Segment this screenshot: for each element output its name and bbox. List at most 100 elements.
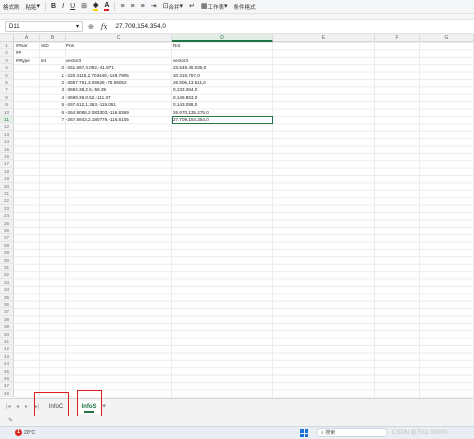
row-header[interactable]: 37 xyxy=(0,308,14,316)
row-header[interactable]: 14 xyxy=(0,138,14,146)
row-header[interactable]: 35 xyxy=(0,293,14,301)
row-header[interactable]: 39 xyxy=(0,323,14,331)
row-header[interactable]: 23 xyxy=(0,204,14,213)
cell-c4[interactable]: -261.597,4.092,-41.871 xyxy=(66,64,170,71)
cell-c2[interactable] xyxy=(66,49,170,56)
column-header-c[interactable]: C xyxy=(66,34,172,42)
row-header[interactable]: 38 xyxy=(0,315,14,324)
border-button[interactable]: ⊞ xyxy=(78,1,90,13)
cell-c8[interactable]: -3699.39,0.52,-111.37 xyxy=(66,94,170,101)
weather-widget[interactable]: 1 20°C xyxy=(15,429,35,436)
row-header[interactable]: 7 xyxy=(0,86,14,94)
row-header[interactable]: 16 xyxy=(0,153,14,161)
bold-button[interactable]: B xyxy=(48,1,59,13)
cell-c7[interactable]: -3694.39,2.5,-56.35 xyxy=(66,86,170,93)
column-header-b[interactable]: B xyxy=(40,34,66,42)
windows-start-icon[interactable] xyxy=(300,429,308,437)
cell-d3[interactable]: vector3 xyxy=(173,57,271,64)
row-header[interactable]: 29 xyxy=(0,249,14,257)
indent-button[interactable]: ⇥ xyxy=(148,1,160,13)
column-header-f[interactable]: F xyxy=(375,34,420,42)
align-left-button[interactable]: ≡ xyxy=(117,1,127,13)
name-box[interactable]: D11 ▾ xyxy=(5,21,83,32)
cell-c9[interactable]: -267.612,1.363,-115.051 xyxy=(66,101,170,108)
conditional-format-button[interactable]: 条件格式 xyxy=(231,1,259,13)
paste-button[interactable]: 粘贴 ▾ xyxy=(23,1,44,13)
prev-sheet-icon[interactable]: ◂ xyxy=(16,403,19,410)
row-header[interactable]: 5 xyxy=(0,71,14,79)
align-right-button[interactable]: ≡ xyxy=(138,1,148,13)
row-header[interactable]: 20 xyxy=(0,182,14,190)
column-header-d[interactable]: D xyxy=(172,34,273,42)
cell-d8[interactable]: 0,146.853,0 xyxy=(173,94,271,101)
row-header[interactable]: 19 xyxy=(0,175,14,183)
row-header[interactable]: 12 xyxy=(0,123,14,131)
cell-b8[interactable]: 4 xyxy=(41,94,64,101)
row-header[interactable]: 33 xyxy=(0,278,14,287)
row-header[interactable]: 41 xyxy=(0,338,14,346)
row-header[interactable]: 42 xyxy=(0,345,14,353)
underline-button[interactable]: U xyxy=(67,1,78,13)
cell-d7[interactable]: 0,133.364,0 xyxy=(173,86,271,93)
cell-a4[interactable] xyxy=(16,64,38,71)
cell-b3[interactable]: int xyxy=(41,57,64,64)
row-header[interactable]: 15 xyxy=(0,145,14,153)
row-header[interactable]: 27 xyxy=(0,234,14,242)
cell-d9[interactable]: 0,143.088,0 xyxy=(173,101,271,108)
select-all-corner[interactable] xyxy=(0,34,14,42)
cell-b10[interactable]: 6 xyxy=(41,109,64,116)
cell-a1[interactable]: ##var xyxy=(16,42,38,49)
cell-b9[interactable]: 5 xyxy=(41,101,64,108)
row-header[interactable]: 24 xyxy=(0,212,14,220)
cell-b5[interactable]: 1 xyxy=(41,72,64,79)
cell-d1[interactable]: Rot xyxy=(173,42,271,49)
row-header[interactable]: 3 xyxy=(0,56,14,65)
cell-c6[interactable]: -3687.751,3.06628,-75.95052 xyxy=(66,79,170,86)
cell-b7[interactable]: 3 xyxy=(41,86,64,93)
column-header-e[interactable]: E xyxy=(273,34,375,42)
row-header[interactable]: 25 xyxy=(0,219,14,227)
row-header[interactable]: 26 xyxy=(0,227,14,235)
cell-b6[interactable]: 2 xyxy=(41,79,64,86)
cell-b11[interactable]: 7 xyxy=(41,116,64,123)
cell-d10[interactable]: 26.670,135.275,0 xyxy=(173,109,271,116)
add-sheet-button[interactable]: + xyxy=(102,403,106,410)
row-header[interactable]: 44 xyxy=(0,360,14,368)
cell-d6[interactable]: 26.506,13.511,0 xyxy=(173,79,271,86)
next-sheet-icon[interactable]: ▸ xyxy=(25,403,28,410)
row-header[interactable]: 46 xyxy=(0,375,14,383)
row-header[interactable]: 47 xyxy=(0,382,14,390)
selected-cell-d11[interactable] xyxy=(172,116,273,125)
row-header[interactable]: 1 xyxy=(0,42,14,50)
row-header[interactable]: 28 xyxy=(0,241,14,250)
column-header-g[interactable]: G xyxy=(420,34,474,42)
row-header[interactable]: 8 xyxy=(0,93,14,102)
font-color-button[interactable]: A xyxy=(101,1,112,13)
row-header[interactable]: 4 xyxy=(0,64,14,72)
cell-d4[interactable]: 23.549,45.035,0 xyxy=(173,64,271,71)
cell-c10[interactable]: -264.9088,2.083303,-116.8369 xyxy=(66,109,170,116)
row-header[interactable]: 36 xyxy=(0,301,14,309)
row-header[interactable]: 2 xyxy=(0,49,14,57)
row-header[interactable]: 43 xyxy=(0,352,14,361)
row-header[interactable]: 11 xyxy=(0,116,14,124)
cell-d2[interactable] xyxy=(173,49,271,56)
align-center-button[interactable]: ≡ xyxy=(128,1,138,13)
row-header[interactable]: 40 xyxy=(0,330,14,338)
cell-a3[interactable]: ##type xyxy=(16,57,38,64)
row-header[interactable]: 21 xyxy=(0,190,14,198)
cell-c5[interactable]: -220.4115,2.703446,-149.7905 xyxy=(66,72,170,79)
row-header[interactable]: 9 xyxy=(0,101,14,109)
row-header[interactable]: 45 xyxy=(0,367,14,375)
row-header[interactable]: 13 xyxy=(0,130,14,139)
wrap-button[interactable]: ↵ xyxy=(186,1,198,13)
cell-a7[interactable] xyxy=(16,86,38,93)
cell-a5[interactable] xyxy=(16,72,38,79)
italic-button[interactable]: I xyxy=(59,1,67,13)
row-header[interactable]: 34 xyxy=(0,286,14,294)
merge-button[interactable]: ⊡ 合并 ▾ xyxy=(160,1,186,13)
formula-input[interactable]: 27.709,154.354,0 xyxy=(115,23,166,30)
cell-a6[interactable] xyxy=(16,79,38,86)
cell-a8[interactable] xyxy=(16,94,38,101)
cell-b4[interactable]: 0 xyxy=(41,64,64,71)
